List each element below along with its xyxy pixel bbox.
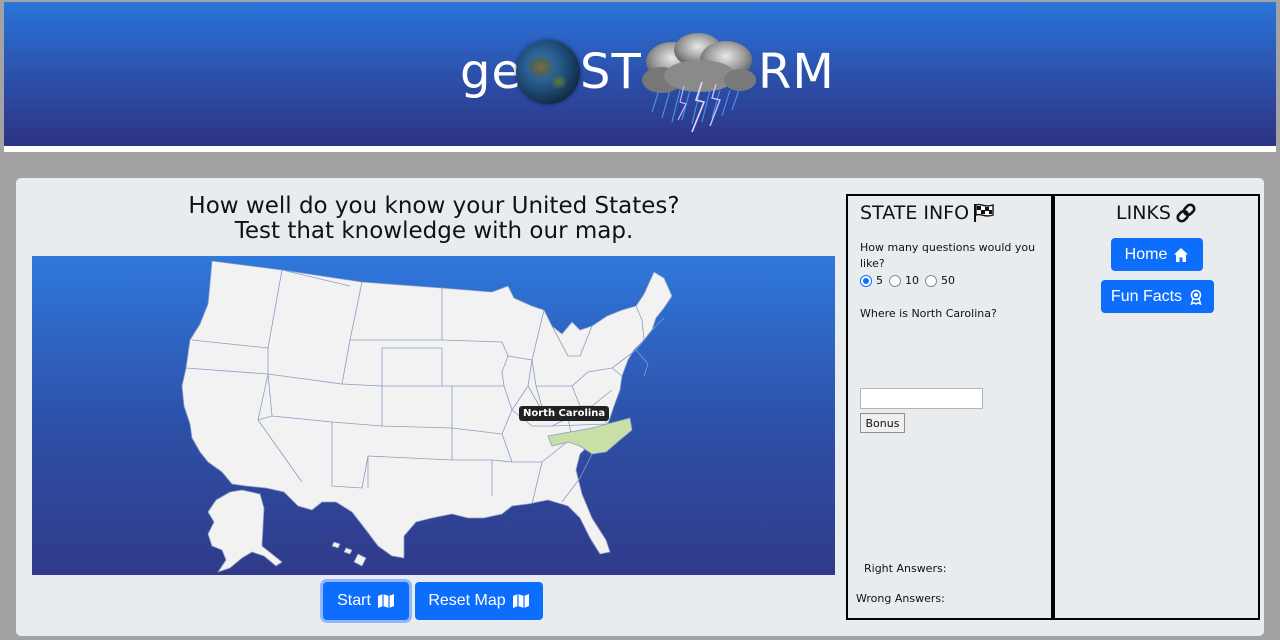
fun-facts-button-label: Fun Facts xyxy=(1110,287,1183,305)
bonus-button[interactable]: Bonus xyxy=(860,413,905,433)
link-icon xyxy=(1176,203,1196,223)
start-button-label: Start xyxy=(337,592,371,609)
map-icon xyxy=(377,594,394,608)
main-panel: How well do you know your United States?… xyxy=(16,178,1264,636)
us-map[interactable]: North Carolina xyxy=(32,256,835,575)
award-icon xyxy=(1190,289,1202,305)
heading-line-2: Test that knowledge with our map. xyxy=(234,218,634,244)
storm-cloud-icon xyxy=(642,33,756,133)
page-heading: How well do you know your United States?… xyxy=(16,194,852,244)
heading-line-1: How well do you know your United States? xyxy=(188,193,680,219)
fun-facts-button[interactable]: Fun Facts xyxy=(1101,280,1214,313)
right-answers-label: Right Answers: xyxy=(864,562,947,575)
links-title-text: LINKS xyxy=(1116,202,1171,224)
start-button[interactable]: Start xyxy=(323,582,409,620)
logo-text-st: ST xyxy=(580,44,642,100)
checkered-flag-icon xyxy=(974,203,994,222)
home-button[interactable]: Home xyxy=(1111,238,1203,271)
globe-icon xyxy=(516,40,580,104)
home-icon xyxy=(1174,247,1189,262)
reset-map-button[interactable]: Reset Map xyxy=(415,582,543,620)
radio-option-50[interactable] xyxy=(925,274,937,287)
hawaii xyxy=(331,541,341,549)
radio-label-50: 50 xyxy=(941,274,955,287)
radio-option-5[interactable] xyxy=(860,274,872,287)
wrong-answers-label: Wrong Answers: xyxy=(856,592,945,605)
home-button-label: Home xyxy=(1124,245,1168,263)
reset-map-button-label: Reset Map xyxy=(428,592,506,609)
questions-count-label: How many questions would you like? xyxy=(860,241,1036,270)
geostorm-logo[interactable]: ge ST RM xyxy=(460,32,840,133)
questions-count-options: 5 10 50 xyxy=(860,274,961,287)
us-map-svg[interactable] xyxy=(32,256,835,575)
state-info-panel: STATE INFO How many questions would you … xyxy=(846,194,1053,620)
hawaii-3 xyxy=(353,553,367,567)
map-icon xyxy=(512,594,529,608)
logo-text-ge: ge xyxy=(460,44,522,100)
logo-text-rm: RM xyxy=(758,44,835,100)
radio-label-5: 5 xyxy=(876,274,883,287)
state-tooltip: North Carolina xyxy=(519,406,610,421)
hawaii-2 xyxy=(343,547,353,555)
radio-label-10: 10 xyxy=(905,274,919,287)
state-info-title-text: STATE INFO xyxy=(860,202,970,224)
links-title: LINKS xyxy=(1055,202,1258,224)
links-panel: LINKS Home Fun Facts xyxy=(1053,194,1260,620)
state-info-title: STATE INFO xyxy=(860,202,995,224)
radio-option-10[interactable] xyxy=(889,274,901,287)
site-header: ge ST RM xyxy=(4,2,1276,152)
answer-input[interactable] xyxy=(860,388,983,409)
question-prompt: Where is North Carolina? xyxy=(860,307,997,320)
alaska xyxy=(207,489,283,573)
